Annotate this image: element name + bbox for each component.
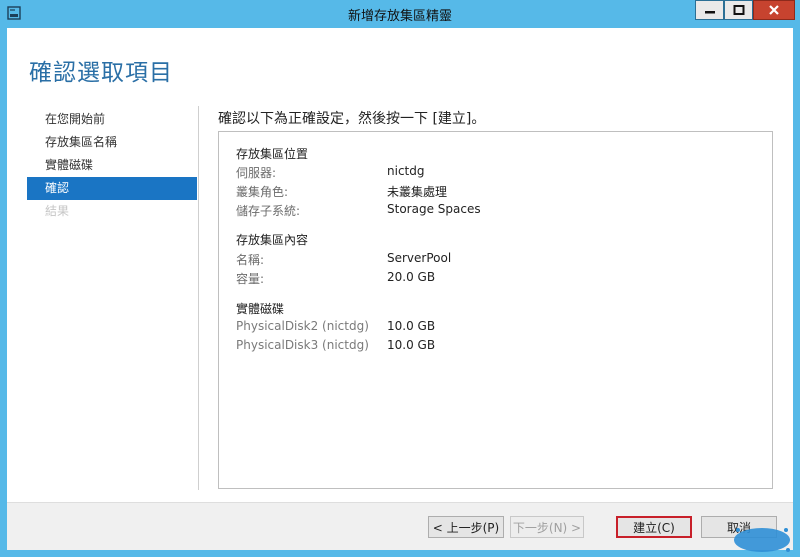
value-disk-3-size: 10.0 GB <box>387 338 436 352</box>
value-cluster-role: 未叢集處理 <box>387 185 448 199</box>
label-server: 伺服器: <box>236 166 277 180</box>
ithome-watermark-logo <box>734 528 790 552</box>
title-bar: 新增存放集區精靈 <box>0 0 800 27</box>
nav-item-pool-name[interactable]: 存放集區名稱 <box>27 131 197 154</box>
instruction-text: 確認以下為正確設定，然後按一下 [建立]。 <box>218 111 486 127</box>
value-server: nictdg <box>387 164 425 178</box>
nav-item-before-you-begin[interactable]: 在您開始前 <box>27 108 197 131</box>
label-pool-name: 名稱: <box>236 253 265 267</box>
window-title: 新增存放集區精靈 <box>347 9 452 24</box>
next-button[interactable]: 下一步(N) > <box>510 516 584 538</box>
wizard-footer: < 上一步(P) 下一步(N) > 建立(C) 取消 <box>7 503 793 550</box>
wizard-client-area: 確認選取項目 在您開始前 存放集區名稱 實體磁碟 確認 結果 確認以下為正確設定… <box>7 28 793 550</box>
minimize-button[interactable] <box>695 0 724 20</box>
maximize-icon <box>733 5 744 15</box>
page-title: 確認選取項目 <box>29 60 173 86</box>
section-title-properties: 存放集區內容 <box>236 233 309 247</box>
nav-item-confirmation[interactable]: 確認 <box>27 177 197 200</box>
wizard-nav: 在您開始前 存放集區名稱 實體磁碟 確認 結果 <box>27 108 197 223</box>
minimize-icon <box>704 11 715 14</box>
close-icon <box>769 5 779 15</box>
summary-panel: 存放集區位置 伺服器: nictdg 叢集角色: 未叢集處理 儲存子系統: St… <box>218 131 773 489</box>
close-button[interactable] <box>753 0 795 20</box>
label-disk-3: PhysicalDisk3 (nictdg) <box>236 338 369 352</box>
value-capacity: 20.0 GB <box>387 270 436 284</box>
value-disk-2-size: 10.0 GB <box>387 319 436 333</box>
create-button[interactable]: 建立(C) <box>616 516 692 538</box>
label-capacity: 容量: <box>236 272 265 286</box>
value-storage-subsystem: Storage Spaces <box>387 202 481 216</box>
nav-item-physical-disks[interactable]: 實體磁碟 <box>27 154 197 177</box>
maximize-button[interactable] <box>724 0 753 20</box>
section-title-location: 存放集區位置 <box>236 147 309 161</box>
value-pool-name: ServerPool <box>387 251 452 265</box>
section-title-disks: 實體磁碟 <box>236 302 285 316</box>
label-cluster-role: 叢集角色: <box>236 185 289 199</box>
previous-button[interactable]: < 上一步(P) <box>428 516 504 538</box>
label-storage-subsystem: 儲存子系統: <box>236 204 301 218</box>
label-disk-2: PhysicalDisk2 (nictdg) <box>236 319 369 333</box>
nav-item-results: 結果 <box>45 204 70 218</box>
nav-divider <box>198 106 199 490</box>
